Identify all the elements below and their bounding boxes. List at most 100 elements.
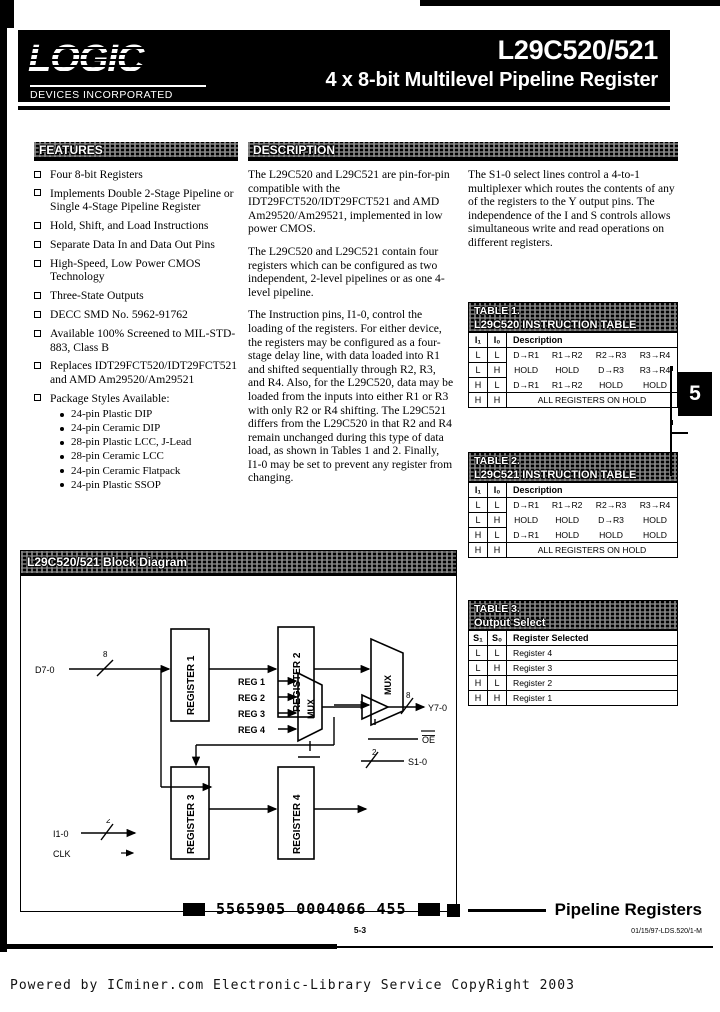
- feature-item: Hold, Shift, and Load Instructions: [34, 219, 240, 232]
- side-tab-baseline: [670, 432, 688, 434]
- data-bus-width: 8: [103, 650, 108, 659]
- table-row: L H HOLD HOLD D→R3 R3→R4: [468, 362, 678, 378]
- table-title: Output Select: [474, 617, 546, 629]
- table-cell-operation: R1→R2: [551, 500, 583, 511]
- footer-rule-thick: [7, 944, 337, 949]
- table-cell-operation: D→R1: [513, 529, 540, 540]
- package-style-label: 24-pin Ceramic Flatpack: [71, 464, 181, 477]
- table-header-cell: S₁: [468, 630, 488, 646]
- feature-label: High-Speed, Low Power CMOS Technology: [50, 257, 201, 284]
- scan-artifact-left-bar: [0, 0, 7, 952]
- select-label: S1-0: [408, 757, 427, 767]
- block-diagram: L29C520/521 Block Diagram REGISTER 1 REG…: [20, 550, 457, 912]
- table-row: L L D→R1 R1→R2 R2→R3 R3→R4: [468, 347, 678, 363]
- bullet-square-icon: [34, 259, 41, 267]
- data-table: S₁ S₀ Register Selected L L Register 4 L H Regis…: [468, 630, 678, 706]
- package-style-item: 24-pin Ceramic Flatpack: [60, 465, 240, 478]
- table-cell-operation: HOLD: [555, 529, 580, 540]
- register-4-label: REGISTER 4: [292, 794, 303, 854]
- table-label: TABLE 1.: [474, 305, 520, 317]
- table-cell-operation: D→R1: [513, 500, 540, 511]
- bullet-square-icon: [34, 221, 41, 229]
- features-list: Four 8-bit Registers Implements Double 2-…: [34, 168, 240, 491]
- scan-artifact-top-right: [420, 0, 720, 6]
- table-cell-signal-low: L: [487, 675, 507, 691]
- description-paragraph: The Instruction pins, I1-0, control the …: [248, 308, 454, 485]
- table-cell-operation: D→R1: [513, 350, 540, 361]
- table-banner: TABLE 2. L29C521 INSTRUCTION TABLE: [468, 452, 678, 482]
- feature-label: Three-State Outputs: [50, 289, 144, 303]
- table-row: L H Register 3: [468, 660, 678, 676]
- table-cell-operation: HOLD: [599, 379, 623, 390]
- feature-label: Four 8-bit Registers: [50, 168, 143, 181]
- clock-input-label: CLK: [53, 849, 71, 859]
- description-paragraph: The L29C520 and L29C521 contain four reg…: [248, 244, 445, 299]
- bullet-dot-icon: [60, 483, 64, 488]
- table-cell-operation: R3→R4: [639, 350, 671, 361]
- feature-label: Package Styles Available:: [50, 391, 170, 405]
- table-row: L L Register 4: [468, 645, 678, 661]
- footer-square-marker: [446, 903, 460, 917]
- bullet-square-icon: [34, 329, 41, 337]
- barcode-digits: 5565905 0004066 455: [216, 900, 407, 919]
- table-cell-signal-low: L: [487, 645, 507, 661]
- table-cell-signal-low: L: [487, 527, 507, 543]
- instruction-width: 2: [106, 819, 111, 825]
- table-cell-operation: D→R1: [513, 379, 540, 390]
- table-row: H L Register 2: [468, 675, 678, 691]
- bullet-square-icon: [34, 240, 41, 248]
- package-style-item: 28-pin Ceramic LCC: [60, 450, 240, 463]
- table-row: H H ALL REGISTERS ON HOLD: [468, 542, 678, 558]
- table-cell-signal-high: L: [468, 362, 488, 378]
- data-table: I₁ I₀ Description L L D→R1 R1→R2 R2→R3 R3→R4 L H HO…: [468, 332, 678, 408]
- table-header-cell: I₁: [468, 482, 488, 498]
- feature-label: Implements Double 2-Stage Pipeline or Si…: [50, 186, 234, 214]
- feature-item: High-Speed, Low Power CMOS Technology: [34, 257, 240, 284]
- table-cell-signal-high: H: [468, 690, 488, 706]
- package-style-label: 24-pin Plastic DIP: [71, 408, 153, 421]
- right-column: The S1-0 select lines control a 4-to-1 m…: [468, 168, 678, 259]
- table-cell-operation: HOLD: [555, 515, 580, 525]
- table-cell-description: Register 4: [506, 645, 678, 661]
- table-banner: TABLE 3. Output Select: [468, 600, 678, 630]
- footer-family-title: Pipeline Registers: [554, 900, 702, 919]
- feature-label: Separate Data In and Data Out Pins: [50, 238, 215, 252]
- table-row: H H Register 1: [468, 690, 678, 706]
- barcode-block-right: [417, 902, 440, 916]
- mux-input-reg4-label: REG 4: [238, 725, 265, 735]
- page-number: 5-3: [353, 925, 367, 935]
- instruction-table-2: TABLE 2. L29C521 INSTRUCTION TABLE I₁ I₀ Des…: [468, 452, 678, 558]
- table-header-row: S₁ S₀ Register Selected: [468, 630, 678, 646]
- output-select-table: TABLE 3. Output Select S₁ S₀ Register Select…: [468, 600, 678, 706]
- table-cell-signal-low: H: [487, 392, 507, 408]
- feature-label: Available 100% Screened to MIL-STD-883, …: [50, 327, 236, 354]
- table-header-cell: I₀: [487, 332, 507, 348]
- output-mux-label: MUX: [306, 699, 316, 719]
- table-cell-operation: HOLD: [514, 515, 539, 525]
- table-cell-operation: HOLD: [643, 515, 667, 525]
- table-header-cell: I₀: [487, 482, 507, 498]
- bullet-square-icon: [34, 394, 41, 402]
- description-column: The L29C520 and L29C521 are pin-for-pin …: [248, 168, 454, 494]
- package-style-label: 28-pin Ceramic LCC: [71, 450, 164, 463]
- feature-item: Implements Double 2-Stage Pipeline or Si…: [34, 187, 240, 214]
- page-title: L29C520/521: [497, 35, 659, 65]
- bullet-dot-icon: [60, 454, 64, 459]
- table-cell-description: ALL REGISTERS ON HOLD: [506, 392, 678, 408]
- table-header-cell: Description: [506, 332, 678, 348]
- data-input-label: D7-0: [35, 665, 55, 675]
- package-style-item: 28-pin Plastic LCC, J-Lead: [60, 436, 240, 449]
- table-header-cell: I₁: [468, 332, 488, 348]
- package-style-label: 24-pin Ceramic DIP: [71, 422, 161, 435]
- table-cell-signal-high: H: [468, 675, 488, 691]
- table-cell-signal-low: H: [487, 512, 507, 528]
- table-cell-operation: HOLD: [514, 365, 539, 375]
- header-rule: [18, 106, 670, 110]
- side-tab-tick-top: [670, 366, 673, 371]
- table-cell-operation: R2→R3: [595, 500, 627, 511]
- table-cell-operation: HOLD: [555, 365, 580, 375]
- table-cell-description: Register 2: [506, 675, 678, 691]
- banner-underline-features: [34, 159, 238, 161]
- table-label: TABLE 2.: [474, 455, 520, 467]
- table-cell-operation: D→R3: [598, 515, 624, 525]
